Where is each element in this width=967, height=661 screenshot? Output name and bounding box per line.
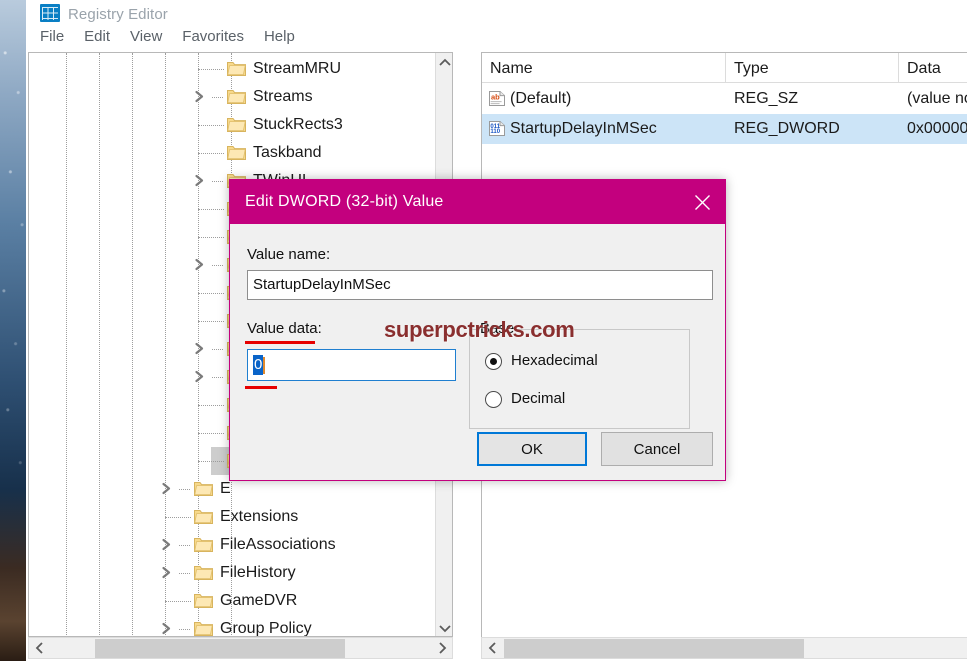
expand-chevron-icon[interactable] (194, 342, 210, 358)
expand-chevron-icon[interactable] (194, 174, 210, 190)
svg-text:ab: ab (491, 93, 500, 102)
expand-chevron-icon[interactable] (161, 538, 177, 554)
base-group: Base (469, 321, 690, 429)
tree-scroll-thumb[interactable] (95, 639, 345, 658)
value-name-text: StartupDelayInMSec (253, 276, 391, 293)
expand-chevron-icon[interactable] (161, 622, 177, 636)
dialog-body: Value name: StartupDelayInMSec Value dat… (230, 224, 725, 480)
tree-item[interactable]: FileAssociations (29, 531, 437, 559)
values-scroll-thumb[interactable] (504, 639, 804, 658)
svg-text:110: 110 (490, 129, 500, 135)
dialog-title-bar: Edit DWORD (32-bit) Value (230, 180, 725, 224)
value-data-cell: (value not s (907, 90, 967, 107)
folder-icon (194, 564, 213, 580)
watermark-text: superpctricks.com (384, 317, 575, 342)
tree-item-label: GameDVR (220, 592, 298, 609)
folder-icon (194, 536, 213, 552)
radio-hexadecimal-label: Hexadecimal (511, 352, 598, 369)
menu-favorites[interactable]: Favorites (172, 25, 254, 49)
value-data-input[interactable]: 0 (247, 349, 456, 381)
expand-chevron-icon[interactable] (161, 482, 177, 498)
column-header-name[interactable]: Name (482, 53, 726, 83)
tree-item-label: StuckRects3 (253, 116, 343, 133)
tree-scroll-left-button[interactable] (29, 638, 49, 658)
expand-chevron-icon[interactable] (194, 258, 210, 274)
value-data-label: Value data: (247, 320, 322, 337)
title-bar: Registry Editor (26, 0, 967, 23)
cancel-button[interactable]: Cancel (601, 432, 713, 466)
text-cursor (263, 356, 266, 374)
window-title: Registry Editor (68, 6, 168, 23)
value-data-cell: 0x0000000 (907, 120, 967, 137)
value-name-cell: (Default) (510, 90, 572, 107)
expand-chevron-icon[interactable] (194, 90, 210, 106)
values-header-row: Name Type Data (482, 53, 967, 83)
base-option-decimal[interactable]: Decimal (485, 390, 565, 408)
annotation-underline-value-data-label (245, 341, 315, 344)
folder-icon (227, 144, 246, 160)
scroll-down-button[interactable] (436, 619, 452, 636)
column-header-data[interactable]: Data (899, 53, 967, 83)
tree-item[interactable]: GameDVR (29, 587, 437, 615)
tree-item-label: FileAssociations (220, 536, 336, 553)
annotation-underline-value-data-input (245, 386, 277, 389)
radio-decimal-icon[interactable] (485, 390, 502, 408)
scroll-up-button[interactable] (436, 53, 452, 71)
value-data-text: 0 (253, 355, 264, 375)
menu-bar: File Edit View Favorites Help (26, 24, 967, 50)
tree-item-label: Extensions (220, 508, 299, 525)
tree-item-label: Streams (253, 88, 313, 105)
value-type-cell: REG_DWORD (734, 120, 840, 137)
column-header-type[interactable]: Type (726, 53, 899, 83)
string-value-icon: ab (488, 90, 506, 107)
expand-chevron-icon[interactable] (194, 370, 210, 386)
close-icon[interactable] (679, 180, 725, 224)
ok-button[interactable]: OK (477, 432, 587, 466)
values-horizontal-scrollbar[interactable] (481, 637, 967, 659)
folder-icon (227, 60, 246, 76)
tree-item-label: StreamMRU (253, 60, 342, 77)
menu-file[interactable]: File (30, 25, 74, 49)
folder-icon (227, 116, 246, 132)
menu-edit[interactable]: Edit (74, 25, 120, 49)
tree-item-label: E (220, 480, 231, 497)
value-row[interactable]: 011110StartupDelayInMSec REG_DWORD 0x00000… (482, 114, 967, 144)
expand-chevron-icon[interactable] (161, 566, 177, 582)
tree-item-label: Taskband (253, 144, 322, 161)
folder-icon (227, 88, 246, 104)
screen: Registry Editor File Edit View Favorites… (0, 0, 967, 661)
dword-value-icon: 011 110 (488, 120, 506, 137)
menu-help[interactable]: Help (254, 25, 305, 49)
tree-item[interactable]: Taskband (29, 139, 437, 167)
radio-hexadecimal-icon[interactable] (485, 352, 502, 370)
tree-item[interactable]: StuckRects3 (29, 111, 437, 139)
tree-item[interactable]: FileHistory (29, 559, 437, 587)
value-type-cell: REG_SZ (734, 90, 799, 107)
tree-item-label: FileHistory (220, 564, 296, 581)
folder-icon (194, 592, 213, 608)
folder-icon (194, 480, 213, 496)
folder-icon (194, 620, 213, 636)
registry-editor-icon (40, 4, 60, 22)
tree-item[interactable]: Streams (29, 83, 437, 111)
dialog-title: Edit DWORD (32-bit) Value (245, 193, 444, 210)
value-name-input[interactable]: StartupDelayInMSec (247, 270, 713, 300)
radio-decimal-label: Decimal (511, 390, 566, 407)
tree-item[interactable]: Extensions (29, 503, 437, 531)
tree-item[interactable]: Group Policy (29, 615, 437, 637)
tree-horizontal-scrollbar[interactable] (28, 637, 453, 659)
tree-item-label: Group Policy (220, 620, 312, 637)
folder-icon (194, 508, 213, 524)
values-scroll-left-button[interactable] (482, 638, 502, 658)
tree-item[interactable]: StreamMRU (29, 55, 437, 83)
desktop-wallpaper (0, 0, 26, 661)
value-row[interactable]: ab (Default) REG_SZ (value not s (482, 84, 967, 114)
tree-scroll-right-button[interactable] (432, 638, 452, 658)
base-option-hexadecimal[interactable]: Hexadecimal (485, 352, 598, 370)
menu-view[interactable]: View (120, 25, 172, 49)
value-name-cell: StartupDelayInMSec (510, 120, 657, 137)
value-name-label: Value name: (247, 246, 331, 263)
